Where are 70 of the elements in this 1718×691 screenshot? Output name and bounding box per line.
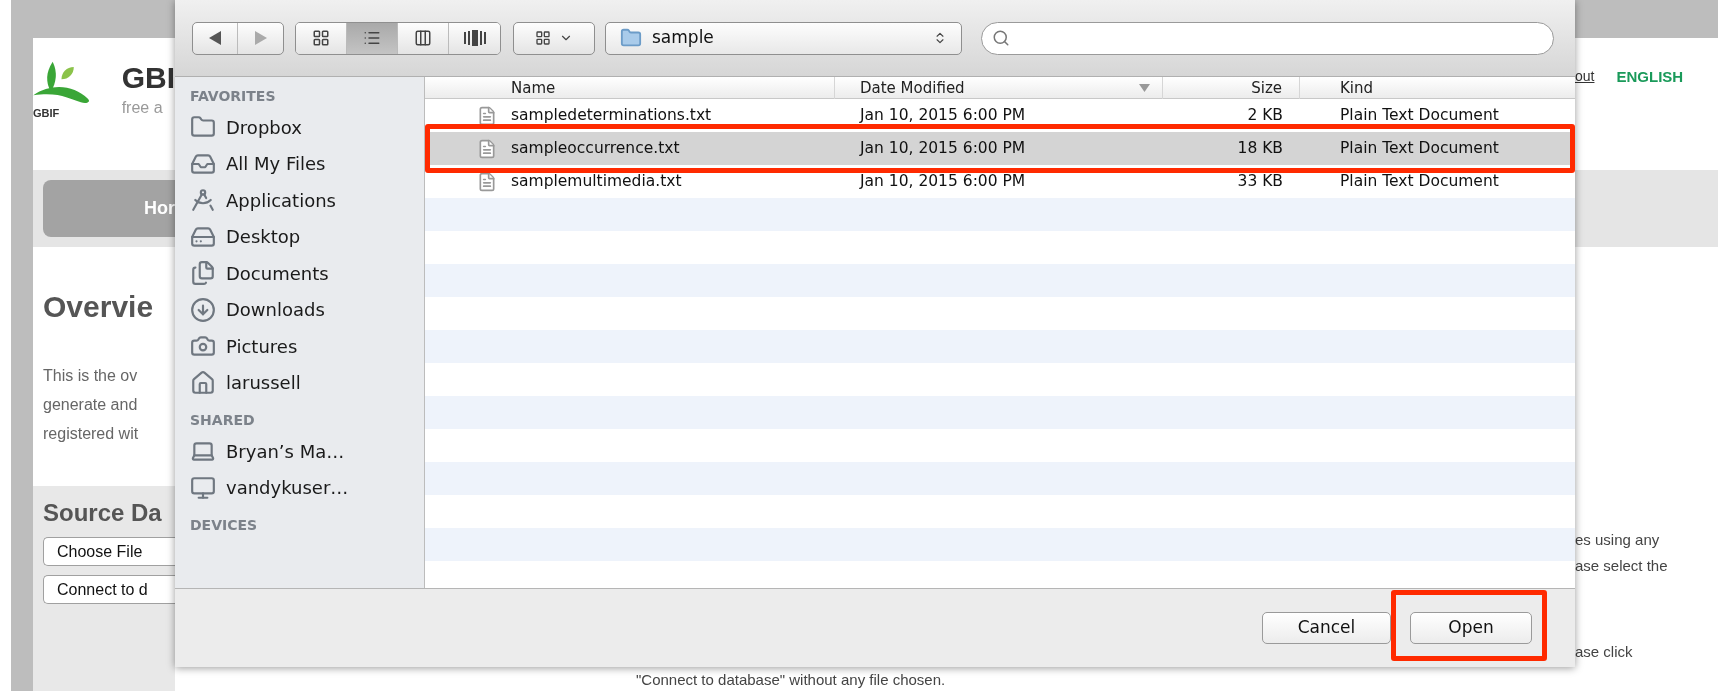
header-link[interactable]: out	[1575, 66, 1595, 87]
column-header[interactable]: Kind	[1340, 77, 1374, 100]
dialog-button[interactable]: Cancel	[1262, 612, 1391, 644]
language-link[interactable]: ENGLISH	[1616, 66, 1684, 89]
intro-text: This is the ov	[43, 366, 139, 386]
cover-flow-icon	[463, 30, 486, 46]
folder-icon	[620, 27, 642, 49]
page-text: "Connect to database" without any file chosen.	[635, 671, 947, 690]
sidebar-item[interactable]: Dropbox	[175, 109, 424, 146]
file-size: 18 KB	[1236, 137, 1284, 159]
column-header[interactable]: Name	[511, 77, 556, 100]
column-view-icon	[414, 29, 432, 47]
documents-icon	[190, 260, 216, 287]
sidebar-item[interactable]: Desktop	[175, 218, 424, 255]
icon-view-icon	[312, 29, 330, 47]
page-text: ase click	[1575, 642, 1634, 662]
file-kind: Plain Text Document	[1339, 170, 1500, 192]
view-mode-button[interactable]	[449, 22, 500, 54]
section-heading: Source Da	[43, 498, 163, 528]
page-heading: Overvie	[42, 289, 155, 325]
compass-icon	[190, 187, 216, 214]
site-title: GBI	[121, 60, 175, 96]
download-icon	[190, 296, 216, 323]
document-icon	[477, 104, 497, 127]
page-text: ase select the	[1575, 556, 1669, 576]
column-header[interactable]: Date Modified	[860, 77, 965, 100]
column-header[interactable]: Size	[1251, 77, 1282, 100]
monitor-icon	[190, 474, 216, 501]
file-size: 33 KB	[1236, 170, 1284, 192]
file-name: sampleoccurrence.txt	[511, 137, 680, 159]
view-mode-button[interactable]	[398, 22, 449, 54]
file-date: Jan 10, 2015 6:00 PM	[858, 137, 1027, 159]
sidebar-item[interactable]: Downloads	[175, 291, 424, 328]
arrange-button[interactable]	[513, 21, 595, 55]
page-button[interactable]: Connect to d	[43, 575, 175, 604]
sidebar-item[interactable]: Documents	[175, 255, 424, 292]
list-view-icon	[363, 29, 381, 47]
sidebar-item[interactable]: larussell	[175, 364, 424, 401]
grid-icon	[535, 30, 551, 46]
view-mode-button[interactable]	[296, 22, 347, 54]
sidebar-heading: SHARED	[189, 411, 256, 430]
sidebar-heading: FAVORITES	[189, 87, 277, 106]
dialog-button[interactable]: Open	[1410, 612, 1532, 644]
file-size: 2 KB	[1246, 104, 1284, 126]
sidebar-item[interactable]: Bryan’s Ma…	[175, 433, 424, 470]
logo-text: GBIF	[33, 108, 60, 119]
file-date: Jan 10, 2015 6:00 PM	[858, 170, 1027, 192]
sidebar-item[interactable]: Pictures	[175, 328, 424, 365]
page-button[interactable]: Choose File	[43, 537, 175, 566]
file-kind: Plain Text Document	[1339, 137, 1500, 159]
file-name: sampledeterminations.txt	[511, 104, 712, 126]
sidebar-item[interactable]: Applications	[175, 182, 424, 219]
forward-icon	[254, 31, 267, 45]
site-tagline: free a	[121, 98, 164, 118]
file-kind: Plain Text Document	[1339, 104, 1500, 126]
file-date: Jan 10, 2015 6:00 PM	[858, 104, 1027, 126]
sidebar-heading: DEVICES	[189, 516, 259, 535]
document-icon	[477, 170, 497, 193]
file-name: samplemultimedia.txt	[511, 170, 682, 192]
home-icon	[190, 369, 216, 396]
intro-text: generate and	[43, 395, 139, 415]
search-icon	[992, 29, 1010, 47]
sidebar-item[interactable]: vandykuser…	[175, 469, 424, 506]
search-field[interactable]	[981, 21, 1554, 55]
sidebar-item[interactable]: All My Files	[175, 145, 424, 182]
back-icon	[209, 31, 221, 45]
page-text: es using any	[1575, 530, 1661, 550]
document-icon	[477, 137, 497, 160]
location-popup[interactable]: sample	[605, 21, 962, 55]
intro-text: registered wit	[43, 424, 140, 444]
